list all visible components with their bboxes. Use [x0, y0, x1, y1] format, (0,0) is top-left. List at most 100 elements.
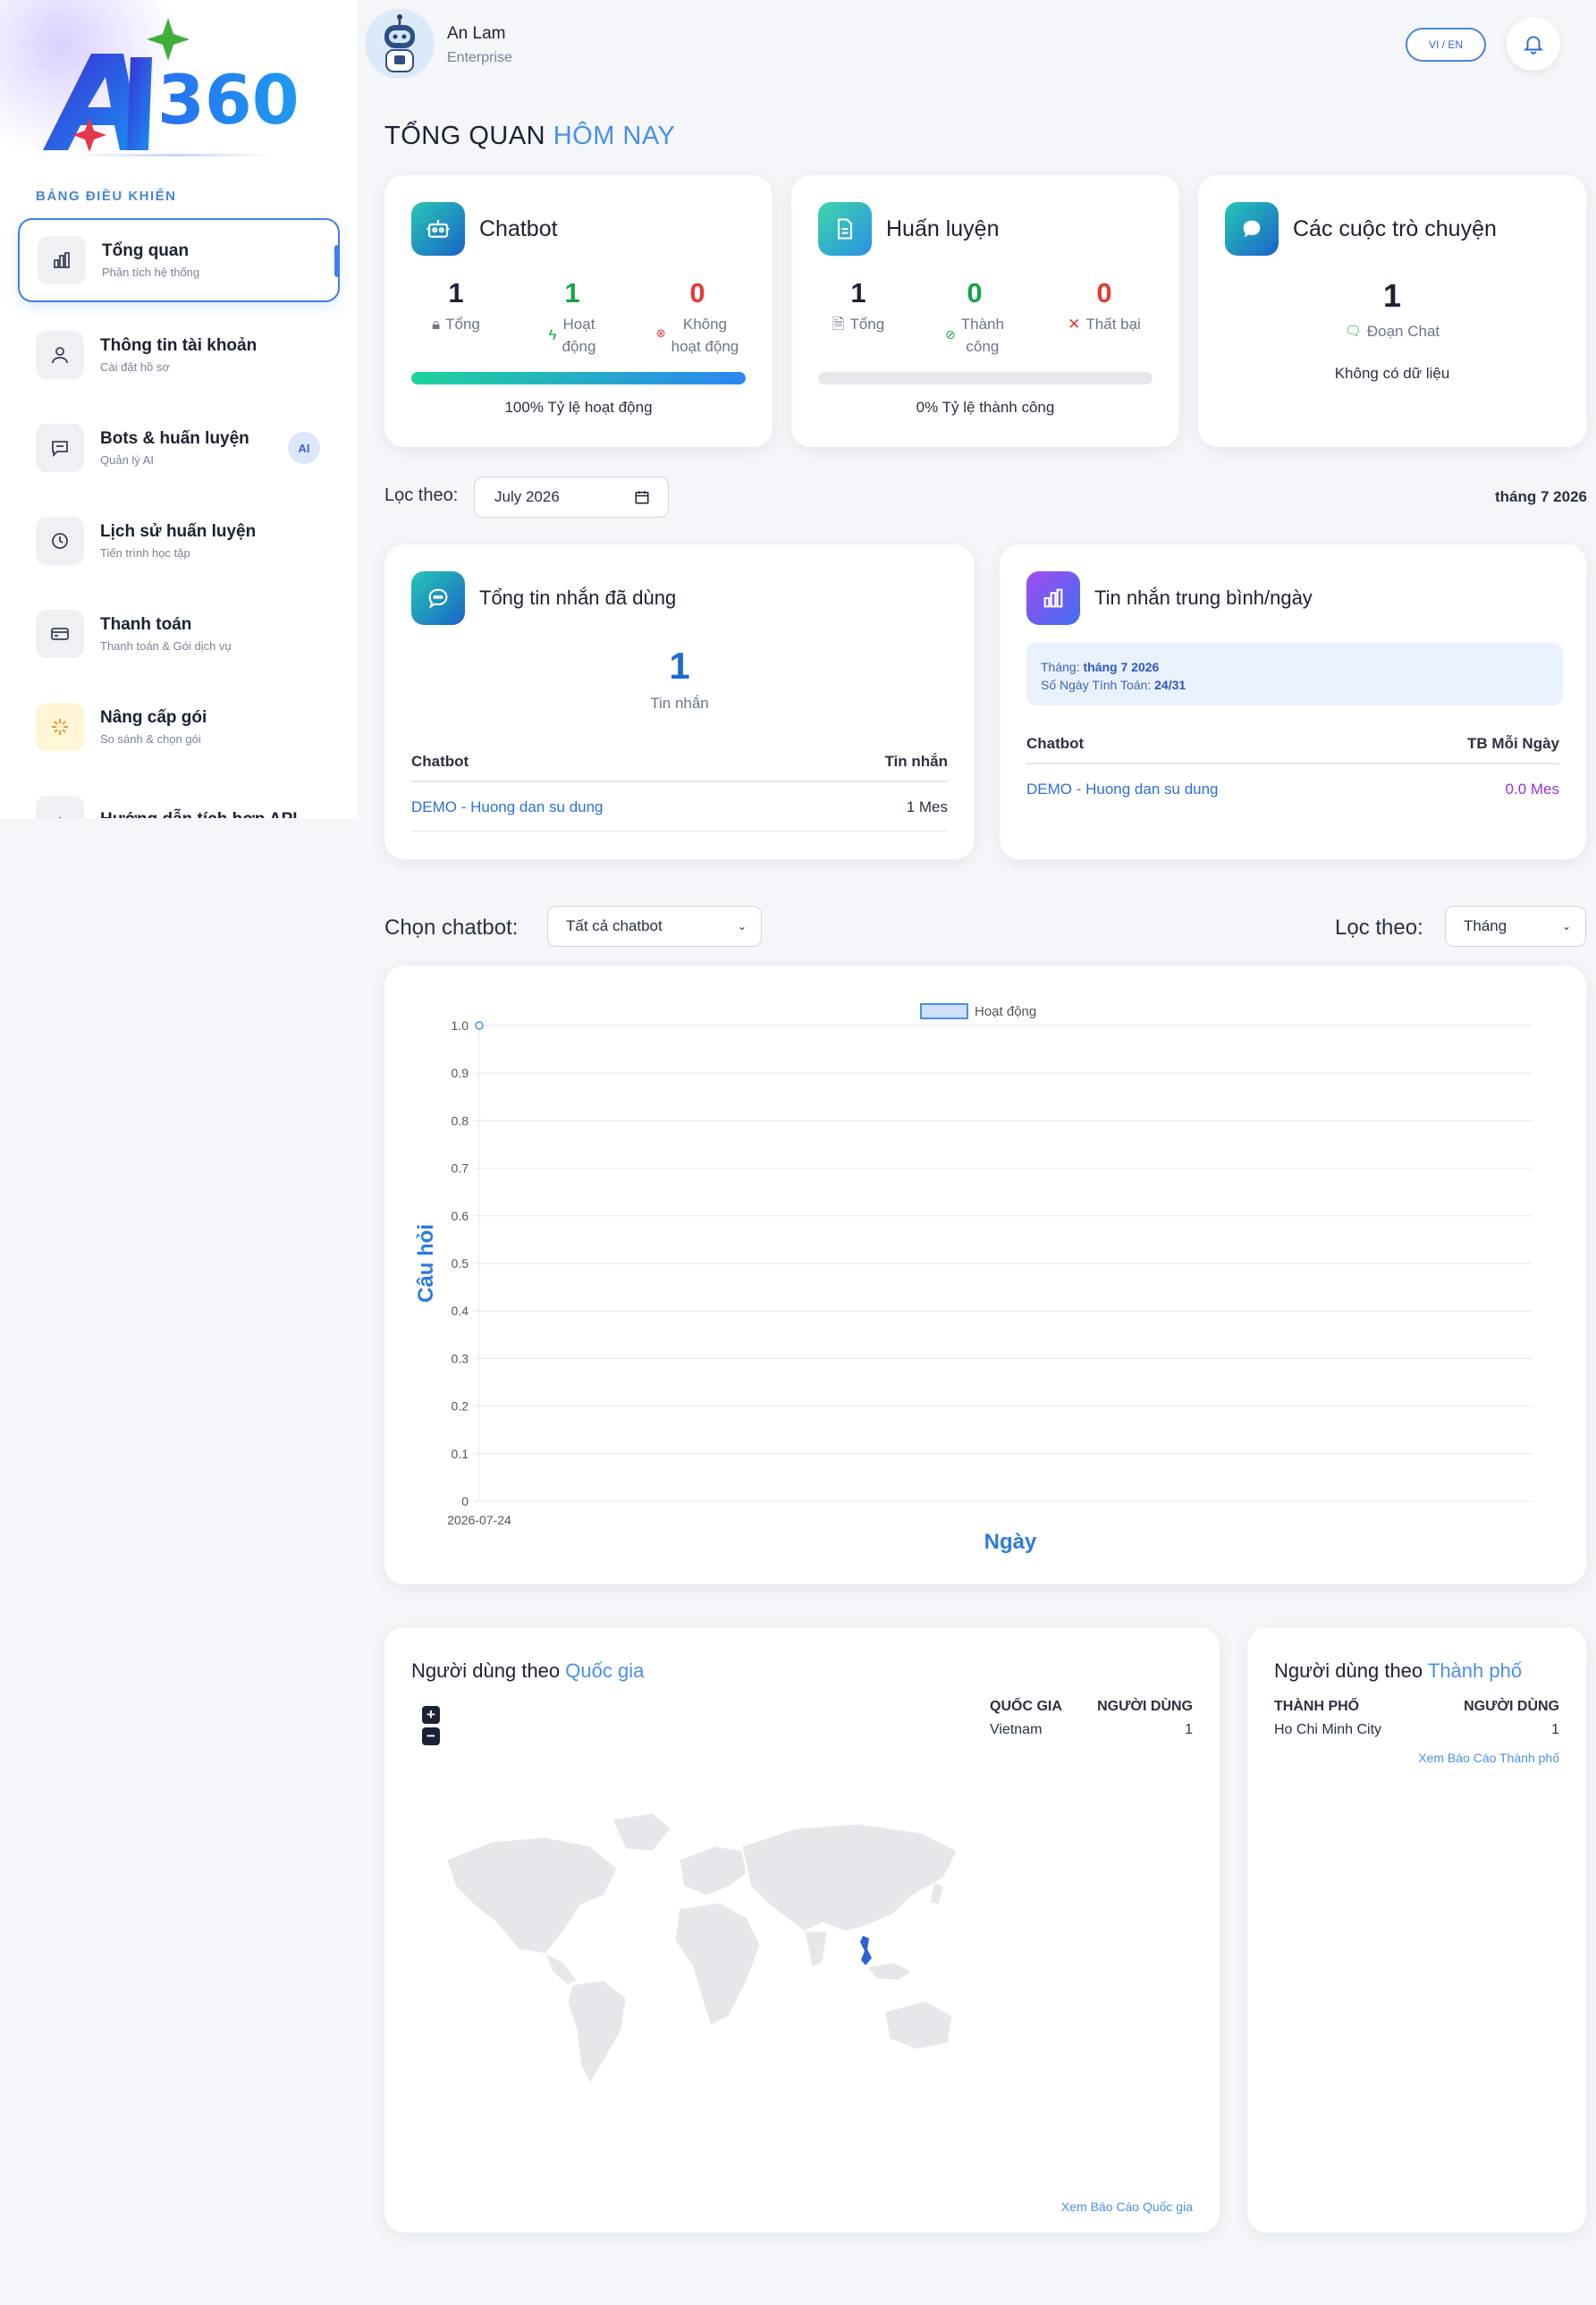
zoom-in-button[interactable]: + [422, 1706, 440, 1724]
messages-count-label: Tin nhắn [650, 695, 709, 712]
sidebar-item-payment[interactable]: Thanh toán Thanh toán & Gói dịch vụ [18, 592, 340, 676]
robot-avatar-icon [365, 9, 435, 79]
card-title-main: Người dùng theo [1274, 1659, 1423, 1682]
stat-label: Tổng [445, 316, 480, 333]
city-users-count: 1 [1551, 1722, 1559, 1737]
chatbot-link[interactable]: DEMO - Huong dan su dung [411, 798, 604, 816]
period-filter-label: Lọc theo: [1335, 916, 1423, 940]
period-select-value: Tháng [1464, 917, 1507, 934]
avg-messages-card: Tin nhắn trung bình/ngày Tháng: tháng 7 … [1000, 545, 1586, 859]
sidebar-item-title: Hướng dẫn tích hợp API [100, 810, 298, 818]
y-tick-label: 0.1 [452, 1447, 469, 1461]
sidebar-item-bots[interactable]: Bots & huấn luyện Quản lý AI AI [18, 406, 340, 490]
sidebar-item-upgrade[interactable]: Nâng cấp gói So sánh & chọn gói [18, 685, 340, 769]
card-title: Người dùng theo Thành phố [1274, 1659, 1522, 1683]
sidebar-item-title: Bots & huấn luyện [100, 429, 249, 448]
chat-bubble-icon: 🗨︎ [1344, 324, 1362, 339]
language-switch[interactable]: VI / EN [1406, 28, 1486, 62]
country-report-link[interactable]: Xem Báo Cáo Quốc gia [1061, 2199, 1193, 2214]
chevron-down-icon: ⌄ [737, 920, 747, 933]
sidebar-item-account[interactable]: Thông tin tài khoản Cài đặt hồ sơ [18, 313, 340, 397]
sidebar-item-subtitle: Phân tích hệ thống [102, 266, 200, 279]
vietnam-region[interactable] [860, 1936, 872, 1965]
user-plan: Enterprise [447, 50, 512, 65]
lock-icon: 🔒︎ [432, 316, 441, 333]
month-picker-value: July 2026 [494, 488, 560, 505]
stat-label-line1: Không [682, 316, 728, 333]
zoom-out-button[interactable]: − [422, 1727, 440, 1745]
chatbot-stats-card: Chatbot 1 🔒︎ Tổng 1 ϟ Hoạt động 0 ⊗ Không hoạ… [384, 175, 773, 447]
country-users-count: 1 [1185, 1722, 1193, 1737]
stat-label: Thất bại [1085, 316, 1141, 333]
y-tick-label: 0 [461, 1494, 469, 1508]
stat-value: 1 [1382, 277, 1402, 314]
clock-icon [36, 517, 84, 565]
svg-text:360: 360 [157, 60, 300, 139]
stat-label: Đoạn Chat [1366, 323, 1440, 340]
sidebar-item-subtitle: So sánh & chọn gói [100, 732, 201, 746]
bar-chart-icon [1026, 571, 1080, 625]
success-rate-progress [818, 372, 1153, 384]
ai360-logo[interactable]: 360 [38, 18, 324, 161]
col-chatbot: Chatbot [1026, 735, 1085, 752]
y-tick-label: 0.3 [452, 1351, 469, 1365]
world-map[interactable] [411, 1797, 966, 2092]
card-title-accent: Quốc gia [565, 1659, 645, 1682]
col-users: NGƯỜI DÙNG [1464, 1699, 1559, 1714]
col-chatbot: Chatbot [411, 753, 469, 770]
country-users-card: Người dùng theo Quốc gia + − QUỐC GIA NG… [384, 1627, 1220, 2233]
card-title: Chatbot [479, 215, 558, 241]
chatbot-select[interactable]: Tất cả chatbot ⌄ [547, 906, 762, 947]
sidebar-item-api-guide[interactable]: Hướng dẫn tích hợp API [18, 778, 340, 818]
col-city: THÀNH PHỐ [1274, 1699, 1360, 1714]
filter-label: Lọc theo: [384, 485, 459, 505]
training-success-stat: 0 ⊘ Thành công [925, 277, 1024, 358]
active-rate-progress [411, 372, 746, 384]
calendar-icon [635, 491, 649, 504]
city-users-card: Người dùng theo Thành phố THÀNH PHỐ NGƯỜ… [1247, 1627, 1586, 2233]
sidebar-item-subtitle: Quản lý AI [100, 453, 154, 467]
progress-fill [411, 372, 746, 384]
total-messages-card: Tổng tin nhắn đã dùng 1 Tin nhắn Chatbot… [384, 545, 975, 859]
calculation-info-box: Tháng: tháng 7 2026 Số Ngày Tính Toán: 2… [1026, 643, 1563, 705]
city-report-link[interactable]: Xem Báo Cáo Thành phố [1418, 1751, 1559, 1765]
x-tick-label: 2026-07-24 [447, 1513, 511, 1527]
y-axis-title: Câu hỏi [414, 1224, 438, 1303]
stat-label-line2: động [562, 338, 596, 355]
bell-icon [1523, 36, 1544, 55]
period-select[interactable]: Tháng ⌄ [1445, 906, 1586, 947]
stat-value: 0 [689, 277, 705, 308]
card-title: Tổng tin nhắn đã dùng [479, 587, 677, 609]
stat-label-line2: hoạt động [671, 338, 739, 355]
sidebar-item-title: Lịch sử huấn luyện [100, 522, 257, 541]
card-title-main: Người dùng theo [411, 1659, 561, 1682]
month-picker[interactable]: July 2026 [474, 477, 669, 518]
page-title-main: TỔNG QUAN [384, 122, 546, 150]
user-icon [36, 331, 84, 379]
activity-line-chart: 0 0.1 0.2 0.3 0.4 0.5 0.6 0.7 0.8 0.9 1.0 2026-07-2… [414, 1003, 1533, 1554]
notification-button[interactable] [1507, 17, 1560, 71]
sidebar-item-subtitle: Cài đặt hồ sơ [100, 360, 170, 374]
sidebar-item-title: Thông tin tài khoản [100, 336, 258, 355]
document-icon [818, 202, 872, 256]
sidebar-item-training-history[interactable]: Lịch sử huấn luyện Tiến trình học tập [18, 499, 340, 583]
y-tick-label: 0.9 [452, 1066, 469, 1080]
card-title: Tin nhắn trung bình/ngày [1094, 587, 1313, 609]
chatbot-select-label: Chọn chatbot: [384, 916, 519, 940]
avatar[interactable] [365, 9, 435, 79]
sidebar-item-overview[interactable]: Tổng quan Phân tích hệ thống [18, 218, 340, 302]
chatbot-link[interactable]: DEMO - Huong dan su dung [1026, 781, 1219, 798]
check-circle-icon: ⊘ [945, 327, 956, 342]
y-tick-label: 0.7 [452, 1161, 469, 1176]
avg-value: 0.0 Mes [1505, 781, 1559, 798]
progress-label: 100% Tỷ lệ hoạt động [504, 399, 653, 416]
training-total-stat: 1 🗎 Tổng [814, 277, 903, 335]
legend-swatch [920, 1003, 968, 1019]
robot-icon [411, 202, 465, 256]
ai-badge: AI [288, 432, 320, 464]
bar-chart-icon [38, 236, 86, 284]
col-users: NGƯỜI DÙNG [1097, 1699, 1193, 1714]
messages-count: 1 [669, 645, 690, 687]
stat-value: 0 [1096, 277, 1112, 308]
chevron-down-icon: ⌄ [1561, 920, 1571, 933]
